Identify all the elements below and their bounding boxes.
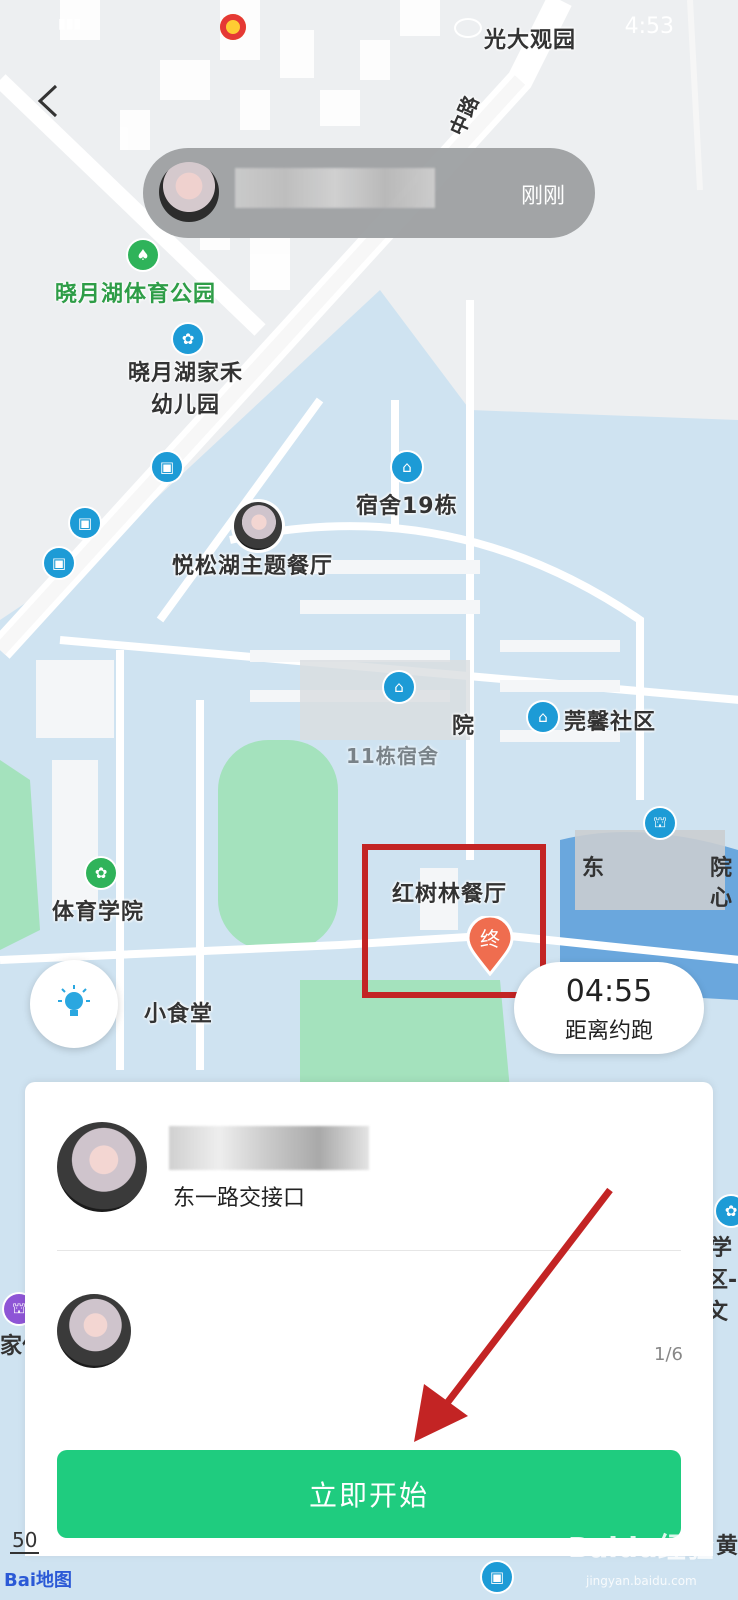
- light-toggle-button[interactable]: [30, 960, 118, 1048]
- status-time: 4:53: [624, 14, 674, 39]
- map-label-partial-right-3: 心: [710, 886, 733, 911]
- countdown-badge: 04:55 距离约跑: [514, 962, 704, 1054]
- end-pin-icon[interactable]: 终: [466, 916, 514, 976]
- map-label-dorm[interactable]: 宿舍19栋: [356, 488, 458, 520]
- countdown-value: 04:55: [565, 974, 653, 1009]
- map-label-partial-right-2: 院: [710, 856, 733, 881]
- bus-stop-icon[interactable]: ▣: [152, 452, 182, 482]
- map-label-kindergarten[interactable]: 晓月湖家禾 幼儿园: [128, 358, 243, 422]
- redacted-name: [169, 1126, 369, 1170]
- map-label-partial-right: 东: [582, 856, 605, 881]
- map-label-restaurant-1[interactable]: 悦松湖主题餐厅: [172, 548, 333, 580]
- end-pin-label: 终: [480, 927, 500, 951]
- kindergarten-icon[interactable]: ✿: [173, 324, 203, 354]
- watermark: Baidu经验: [568, 1531, 714, 1564]
- annotation-arrow: [414, 1187, 613, 1442]
- park-icon[interactable]: ♠: [128, 240, 158, 270]
- map-label-dorm-partial[interactable]: 11栋宿舍: [346, 740, 439, 769]
- location-label: 东一路交接口: [173, 1186, 306, 1211]
- countdown-label: 距离约跑: [564, 1019, 653, 1044]
- college-icon[interactable]: ✿: [716, 1196, 738, 1226]
- building-icon[interactable]: ⌂: [528, 702, 558, 732]
- user-avatar[interactable]: [57, 1122, 147, 1212]
- bus-stop-icon[interactable]: ▣: [44, 548, 74, 578]
- start-button[interactable]: 立即开始: [57, 1450, 681, 1538]
- landmark-icon[interactable]: ⛫: [645, 808, 675, 838]
- bus-stop-icon[interactable]: ▣: [70, 508, 100, 538]
- baidu-map-logo: Bai地图: [4, 1570, 73, 1591]
- map-label-community[interactable]: 莞馨社区: [564, 704, 656, 736]
- building-icon[interactable]: ⌂: [392, 452, 422, 482]
- redacted-name: [235, 168, 435, 208]
- eye-icon: [454, 18, 482, 38]
- map-label-edge-bottom-right: 黄: [716, 1534, 738, 1559]
- back-icon[interactable]: [30, 82, 68, 120]
- map-label-college-partial[interactable]: 院: [452, 708, 475, 740]
- watermark-sub: jingyan.baidu.com: [586, 1574, 697, 1588]
- toast-avatar: [159, 162, 219, 222]
- notification-toast[interactable]: 刚刚: [143, 148, 595, 238]
- building-icon[interactable]: ▣: [482, 1562, 512, 1592]
- partner-avatar[interactable]: [57, 1294, 131, 1368]
- map-label-canteen[interactable]: 小食堂: [144, 996, 213, 1028]
- map-label-park[interactable]: 晓月湖体育公园: [55, 276, 216, 308]
- college-icon[interactable]: ✿: [86, 858, 116, 888]
- status-bar: ▮▮▮ 4:53: [0, 0, 738, 56]
- weibo-icon: [220, 14, 246, 40]
- map-scale: 50: [10, 1528, 40, 1554]
- map-label-pe-college[interactable]: 体育学院: [52, 894, 144, 926]
- map-user-avatar[interactable]: [234, 502, 282, 550]
- map-label-edge-right-1: 学: [710, 1236, 733, 1261]
- map-label-guangda: 光大观园: [484, 28, 577, 53]
- lightbulb-icon: [58, 985, 90, 1016]
- page-indicator: 1/6: [654, 1344, 683, 1365]
- building-icon[interactable]: ⌂: [384, 672, 414, 702]
- signal-icon: ▮▮▮: [58, 16, 82, 32]
- toast-time: 刚刚: [520, 184, 565, 209]
